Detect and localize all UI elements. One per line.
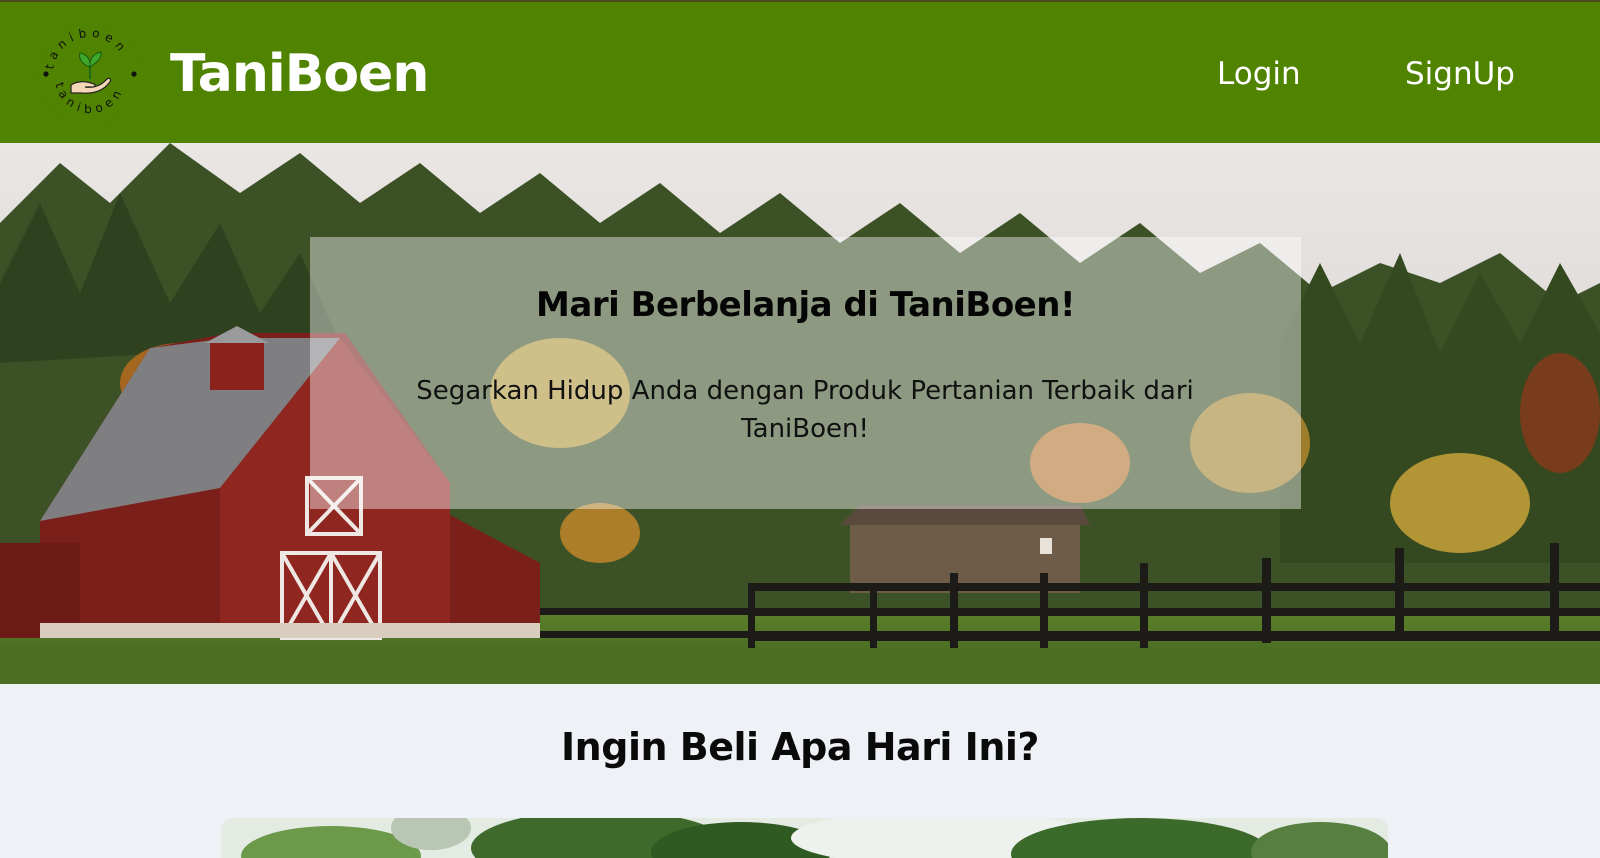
hero-subtitle: Segarkan Hidup Anda dengan Produk Pertan… — [416, 376, 1194, 444]
hero-title: Mari Berbelanja di TaniBoen! — [536, 285, 1075, 325]
logo-badge[interactable]: taniboen taniboen — [37, 21, 143, 127]
hero-welcome-card: Mari Berbelanja di TaniBoen! Segarkan Hi… — [310, 237, 1301, 509]
sprout-in-hand-icon: taniboen taniboen — [39, 23, 141, 125]
hero-banner: Mari Berbelanja di TaniBoen! Segarkan Hi… — [0, 143, 1600, 684]
login-link[interactable]: Login — [1217, 54, 1301, 94]
products-section-heading: Ingin Beli Apa Hari Ini? — [561, 725, 1039, 769]
category-card-vegetables[interactable] — [221, 818, 1388, 858]
signup-link[interactable]: SignUp — [1405, 54, 1515, 94]
brand-name[interactable]: TaniBoen — [170, 44, 429, 104]
broccoli-photo — [221, 818, 1388, 858]
top-navbar: taniboen taniboen TaniBoen Login SignUp — [0, 0, 1600, 143]
